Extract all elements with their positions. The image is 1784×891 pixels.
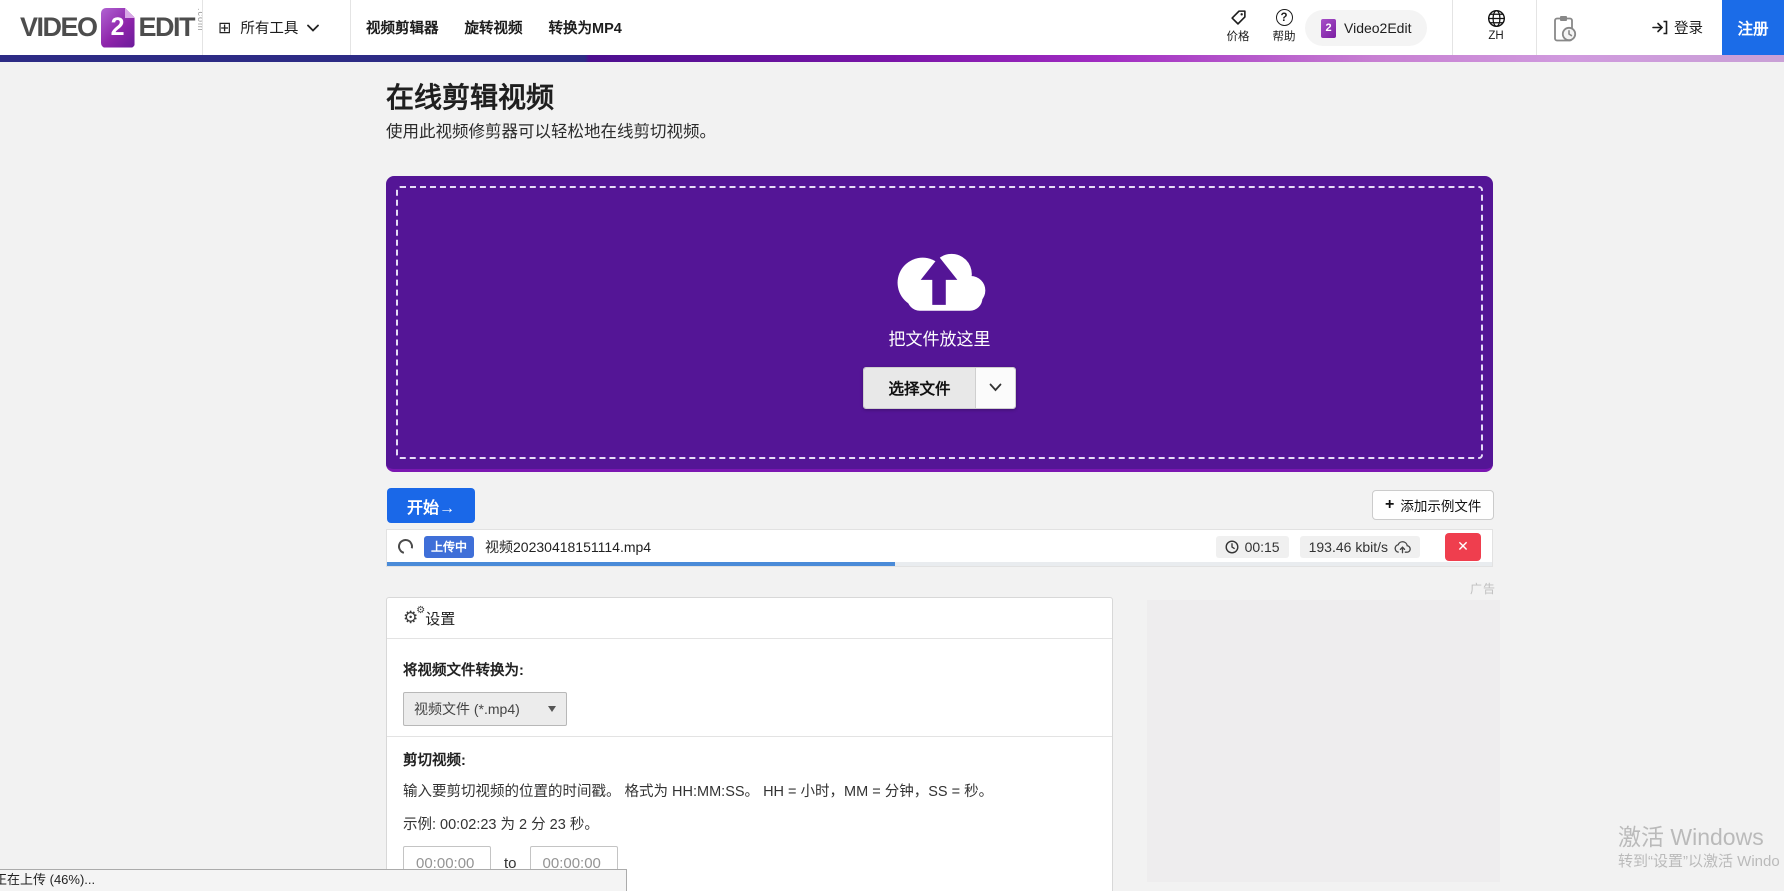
nav-links: 视频剪辑器 旋转视频 转换为MP4: [366, 0, 622, 55]
nav-link-rotate-video[interactable]: 旋转视频: [465, 17, 523, 38]
globe-icon: [1487, 9, 1505, 28]
upload-cloud-icon: [897, 253, 985, 311]
upload-elapsed-time: 00:15: [1244, 538, 1280, 555]
output-format-value: 视频文件 (*.mp4): [414, 701, 520, 717]
add-sample-file-button[interactable]: + 添加示例文件: [1372, 490, 1495, 520]
cut-help-text: 输入要剪切视频的位置的时间戳。 格式为 HH:MM:SS。 HH = 小时，MM…: [403, 784, 994, 800]
account-doc-icon: 2: [1321, 18, 1336, 38]
register-button[interactable]: 注册: [1722, 0, 1784, 55]
select-caret-icon: [548, 706, 556, 712]
upload-progress-fill: [387, 562, 896, 566]
login-button[interactable]: 登录: [1652, 0, 1703, 55]
choose-file-dropdown[interactable]: [974, 367, 1015, 408]
help-label: 帮助: [1272, 31, 1296, 43]
ad-container: Microsoft Azure 广告 ✕ 通过自动化 机器学习加 快模型构建 免…: [1147, 600, 1500, 882]
cancel-upload-button[interactable]: ✕: [1445, 532, 1481, 561]
spinner-icon: [395, 536, 416, 557]
logo-video-text: VIDEO: [20, 12, 98, 42]
nav-divider: [1536, 0, 1537, 55]
upload-filename: 视频20230418151114.mp4: [485, 538, 652, 555]
settings-panel: ⚙ ⚙ 设置 将视频文件转换为: 视频文件 (*.mp4) 剪切视频: 输入要剪切…: [386, 597, 1113, 891]
drop-files-label: 把文件放这里: [888, 329, 991, 349]
upload-speed-pill: 193.46 kbit/s: [1299, 535, 1420, 558]
cut-video-label: 剪切视频:: [403, 753, 466, 769]
output-format-select[interactable]: 视频文件 (*.mp4): [403, 692, 567, 726]
chevron-down-icon: [989, 383, 1001, 392]
add-sample-label: 添加示例文件: [1400, 499, 1482, 514]
upload-cloud-small-icon: [1394, 540, 1411, 553]
upload-time-pill: 00:15: [1215, 535, 1289, 558]
start-button[interactable]: 开始→: [387, 488, 475, 523]
page-title: 在线剪辑视频: [386, 82, 555, 113]
panel-divider: [387, 736, 1112, 737]
account-button[interactable]: 2 Video2Edit: [1305, 10, 1428, 46]
nav-gradient-bar: [0, 55, 1784, 62]
browser-status-tooltip: 正在上传 (46%)...: [0, 869, 627, 891]
help-icon: ?: [1275, 9, 1293, 26]
dropzone-inner: 把文件放这里 选择文件: [396, 186, 1483, 459]
upload-progress-track: [387, 562, 1492, 566]
settings-header: ⚙ ⚙ 设置: [387, 598, 1112, 639]
grid-icon: ⊞: [218, 19, 232, 37]
file-dropzone[interactable]: 把文件放这里 选择文件: [386, 176, 1493, 472]
choose-file-label[interactable]: 选择文件: [864, 367, 975, 408]
site-logo[interactable]: VIDEO 2 EDIT .com: [20, 0, 206, 55]
language-label: ZH: [1488, 30, 1504, 42]
cut-example-text: 示例: 00:02:23 为 2 分 23 秒。: [403, 817, 599, 833]
upload-item-row: 上传中 视频20230418151114.mp4 00:15 193.46 kb…: [386, 529, 1493, 567]
clipboard-clock-icon: [1554, 16, 1577, 42]
account-label: Video2Edit: [1344, 20, 1412, 36]
all-tools-menu[interactable]: ⊞ 所有工具: [218, 0, 320, 55]
history-button[interactable]: [1550, 14, 1580, 44]
nav-divider: [350, 0, 351, 55]
tag-icon: [1230, 10, 1246, 25]
ad-area-label: 广告: [1469, 582, 1496, 596]
nav-divider: [1452, 0, 1453, 55]
login-label: 登录: [1674, 21, 1703, 37]
top-navbar: VIDEO 2 EDIT .com ⊞ 所有工具 视频剪辑器 旋转视频 转换为M…: [0, 0, 1784, 55]
logo-document-icon: 2: [101, 8, 135, 48]
gears-icon: ⚙ ⚙: [403, 605, 426, 627]
upload-speed: 193.46 kbit/s: [1308, 538, 1388, 555]
nav-link-convert-mp4[interactable]: 转换为MP4: [549, 17, 622, 38]
plus-icon: +: [1385, 496, 1395, 513]
all-tools-label: 所有工具: [240, 21, 299, 37]
chevron-down-icon: [307, 24, 320, 32]
clock-icon: [1225, 539, 1239, 554]
help-button[interactable]: ? 帮助: [1256, 9, 1312, 44]
upload-status-badge: 上传中: [424, 535, 475, 558]
logo-edit-text: EDIT: [138, 12, 196, 42]
convert-to-label: 将视频文件转换为:: [403, 663, 524, 679]
login-arrow-icon: [1652, 20, 1668, 35]
language-switcher[interactable]: ZH: [1468, 9, 1524, 42]
nav-link-video-editor[interactable]: 视频剪辑器: [366, 17, 439, 38]
choose-file-button[interactable]: 选择文件: [863, 366, 1016, 409]
page-subtitle: 使用此视频修剪器可以轻松地在线剪切视频。: [386, 123, 716, 141]
settings-title: 设置: [425, 610, 456, 628]
pricing-label: 价格: [1226, 31, 1250, 43]
windows-watermark-line2: 转到“设置”以激活 Windo: [1618, 853, 1780, 870]
windows-watermark-line1: 激活 Windows: [1618, 824, 1764, 850]
nav-divider: [202, 0, 203, 55]
status-text: 正在上传 (46%)...: [0, 872, 96, 887]
